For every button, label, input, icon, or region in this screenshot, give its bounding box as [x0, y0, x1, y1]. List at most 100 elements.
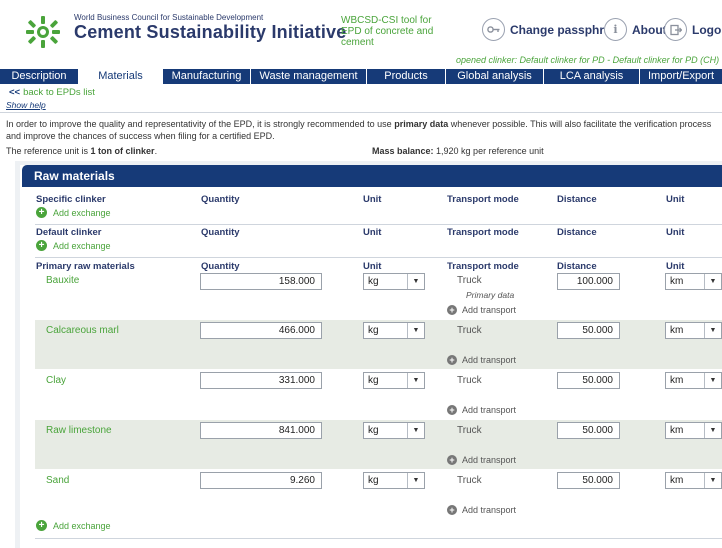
primary-data-note: Primary data [466, 290, 515, 300]
distance-unit-value: km [670, 475, 684, 486]
material-name: Raw limestone [46, 425, 112, 436]
quantity-input[interactable]: 9.260 [200, 472, 322, 489]
distance-unit-select[interactable]: km ▼ [665, 273, 722, 290]
col-unit: Unit [363, 194, 382, 205]
back-to-epds-link[interactable]: << back to EPDs list [9, 87, 95, 98]
plus-icon: + [36, 520, 47, 531]
ref-value: 1 ton of clinker [90, 146, 155, 156]
add-transport-button[interactable]: + Add transport [447, 405, 516, 415]
add-exchange-label: Add exchange [53, 240, 111, 251]
col-distance: Distance [557, 194, 597, 205]
change-passphrase-button[interactable]: Change passphrase [482, 18, 624, 41]
unit-select[interactable]: kg ▼ [363, 472, 425, 489]
opened-clinker-status: opened clinker: Default clinker for PD -… [456, 55, 720, 65]
transport-mode: Truck [457, 375, 482, 386]
add-exchange-button[interactable]: + Add exchange [36, 207, 111, 218]
intro-text-part: In order to improve the quality and repr… [6, 119, 395, 129]
dropdown-arrow-icon: ▼ [704, 373, 721, 388]
col-transport-mode: Transport mode [447, 194, 519, 205]
reference-unit: The reference unit is 1 ton of clinker. [6, 146, 157, 156]
tab-description[interactable]: Description [0, 69, 79, 84]
add-transport-button[interactable]: + Add transport [447, 355, 516, 365]
mass-balance-value: 1,920 kg per reference unit [433, 146, 544, 156]
add-transport-button[interactable]: + Add transport [447, 505, 516, 515]
tab-products[interactable]: Products [367, 69, 446, 84]
unit-select[interactable]: kg ▼ [363, 422, 425, 439]
section-default-clinker: Default clinker [36, 227, 102, 238]
distance-input[interactable]: 50.000 [557, 322, 620, 339]
dropdown-arrow-icon: ▼ [704, 323, 721, 338]
logout-icon [664, 18, 687, 41]
add-transport-button[interactable]: + Add transport [447, 305, 516, 315]
tab-manufacturing[interactable]: Manufacturing [163, 69, 251, 84]
tab-lca-analysis[interactable]: LCA analysis [544, 69, 640, 84]
col-distance-unit: Unit [666, 227, 685, 238]
tab-waste-management[interactable]: Waste management [251, 69, 367, 84]
app-title: Cement Sustainability Initiative [74, 22, 347, 42]
plus-icon: + [36, 207, 47, 218]
material-name: Clay [46, 375, 67, 386]
tab-materials[interactable]: Materials [79, 69, 163, 84]
distance-input[interactable]: 50.000 [557, 372, 620, 389]
plus-icon: + [447, 305, 457, 315]
unit-select[interactable]: kg ▼ [363, 372, 425, 389]
distance-input[interactable]: 100.000 [557, 273, 620, 290]
logout-button[interactable]: Logout [664, 18, 722, 41]
plus-icon: + [447, 355, 457, 365]
about-button[interactable]: i About [604, 18, 667, 41]
plus-icon: + [36, 240, 47, 251]
col-unit: Unit [363, 261, 382, 272]
divider [35, 538, 722, 539]
transport-mode: Truck [457, 425, 482, 436]
distance-unit-select[interactable]: km ▼ [665, 422, 722, 439]
dropdown-arrow-icon: ▼ [407, 274, 424, 289]
unit-value: kg [368, 325, 379, 336]
col-transport-mode: Transport mode [447, 261, 519, 272]
add-exchange-button[interactable]: + Add exchange [36, 240, 111, 251]
section-primary-raw-materials: Primary raw materials [36, 261, 135, 272]
double-chevron-left-icon: << [9, 87, 21, 98]
dropdown-arrow-icon: ▼ [407, 373, 424, 388]
quantity-input[interactable]: 331.000 [200, 372, 322, 389]
col-distance: Distance [557, 261, 597, 272]
material-name: Bauxite [46, 275, 80, 286]
distance-input[interactable]: 50.000 [557, 472, 620, 489]
plus-icon: + [447, 505, 457, 515]
tab-import-export[interactable]: Import/Export [640, 69, 722, 84]
add-transport-label: Add transport [462, 505, 517, 515]
divider [0, 112, 722, 113]
add-transport-label: Add transport [462, 305, 517, 315]
mass-balance: Mass balance: 1,920 kg per reference uni… [372, 146, 544, 156]
material-name: Calcareous marl [46, 325, 119, 336]
add-exchange-button[interactable]: + Add exchange [36, 520, 111, 531]
add-transport-button[interactable]: + Add transport [447, 455, 516, 465]
tab-global-analysis[interactable]: Global analysis [446, 69, 544, 84]
unit-select[interactable]: kg ▼ [363, 322, 425, 339]
unit-select[interactable]: kg ▼ [363, 273, 425, 290]
distance-input[interactable]: 50.000 [557, 422, 620, 439]
divider [35, 224, 722, 225]
add-transport-label: Add transport [462, 355, 517, 365]
add-transport-label: Add transport [462, 455, 517, 465]
quantity-input[interactable]: 466.000 [200, 322, 322, 339]
dropdown-arrow-icon: ▼ [704, 473, 721, 488]
tool-description: WBCSD-CSI tool for EPD of concrete and c… [341, 15, 434, 48]
info-icon: i [604, 18, 627, 41]
section-specific-clinker: Specific clinker [36, 194, 106, 205]
dropdown-arrow-icon: ▼ [407, 473, 424, 488]
distance-unit-select[interactable]: km ▼ [665, 372, 722, 389]
wbcsd-logo [22, 14, 64, 50]
distance-unit-value: km [670, 325, 684, 336]
material-name: Sand [46, 475, 70, 486]
distance-unit-select[interactable]: km ▼ [665, 322, 722, 339]
add-transport-label: Add transport [462, 405, 517, 415]
about-label: About [632, 22, 667, 37]
transport-mode: Truck [457, 275, 482, 286]
quantity-input[interactable]: 841.000 [200, 422, 322, 439]
quantity-input[interactable]: 158.000 [200, 273, 322, 290]
show-help-link[interactable]: Show help [6, 100, 46, 110]
distance-unit-select[interactable]: km ▼ [665, 472, 722, 489]
dropdown-arrow-icon: ▼ [407, 423, 424, 438]
plus-icon: + [447, 455, 457, 465]
mass-balance-label: Mass balance: [372, 146, 434, 156]
